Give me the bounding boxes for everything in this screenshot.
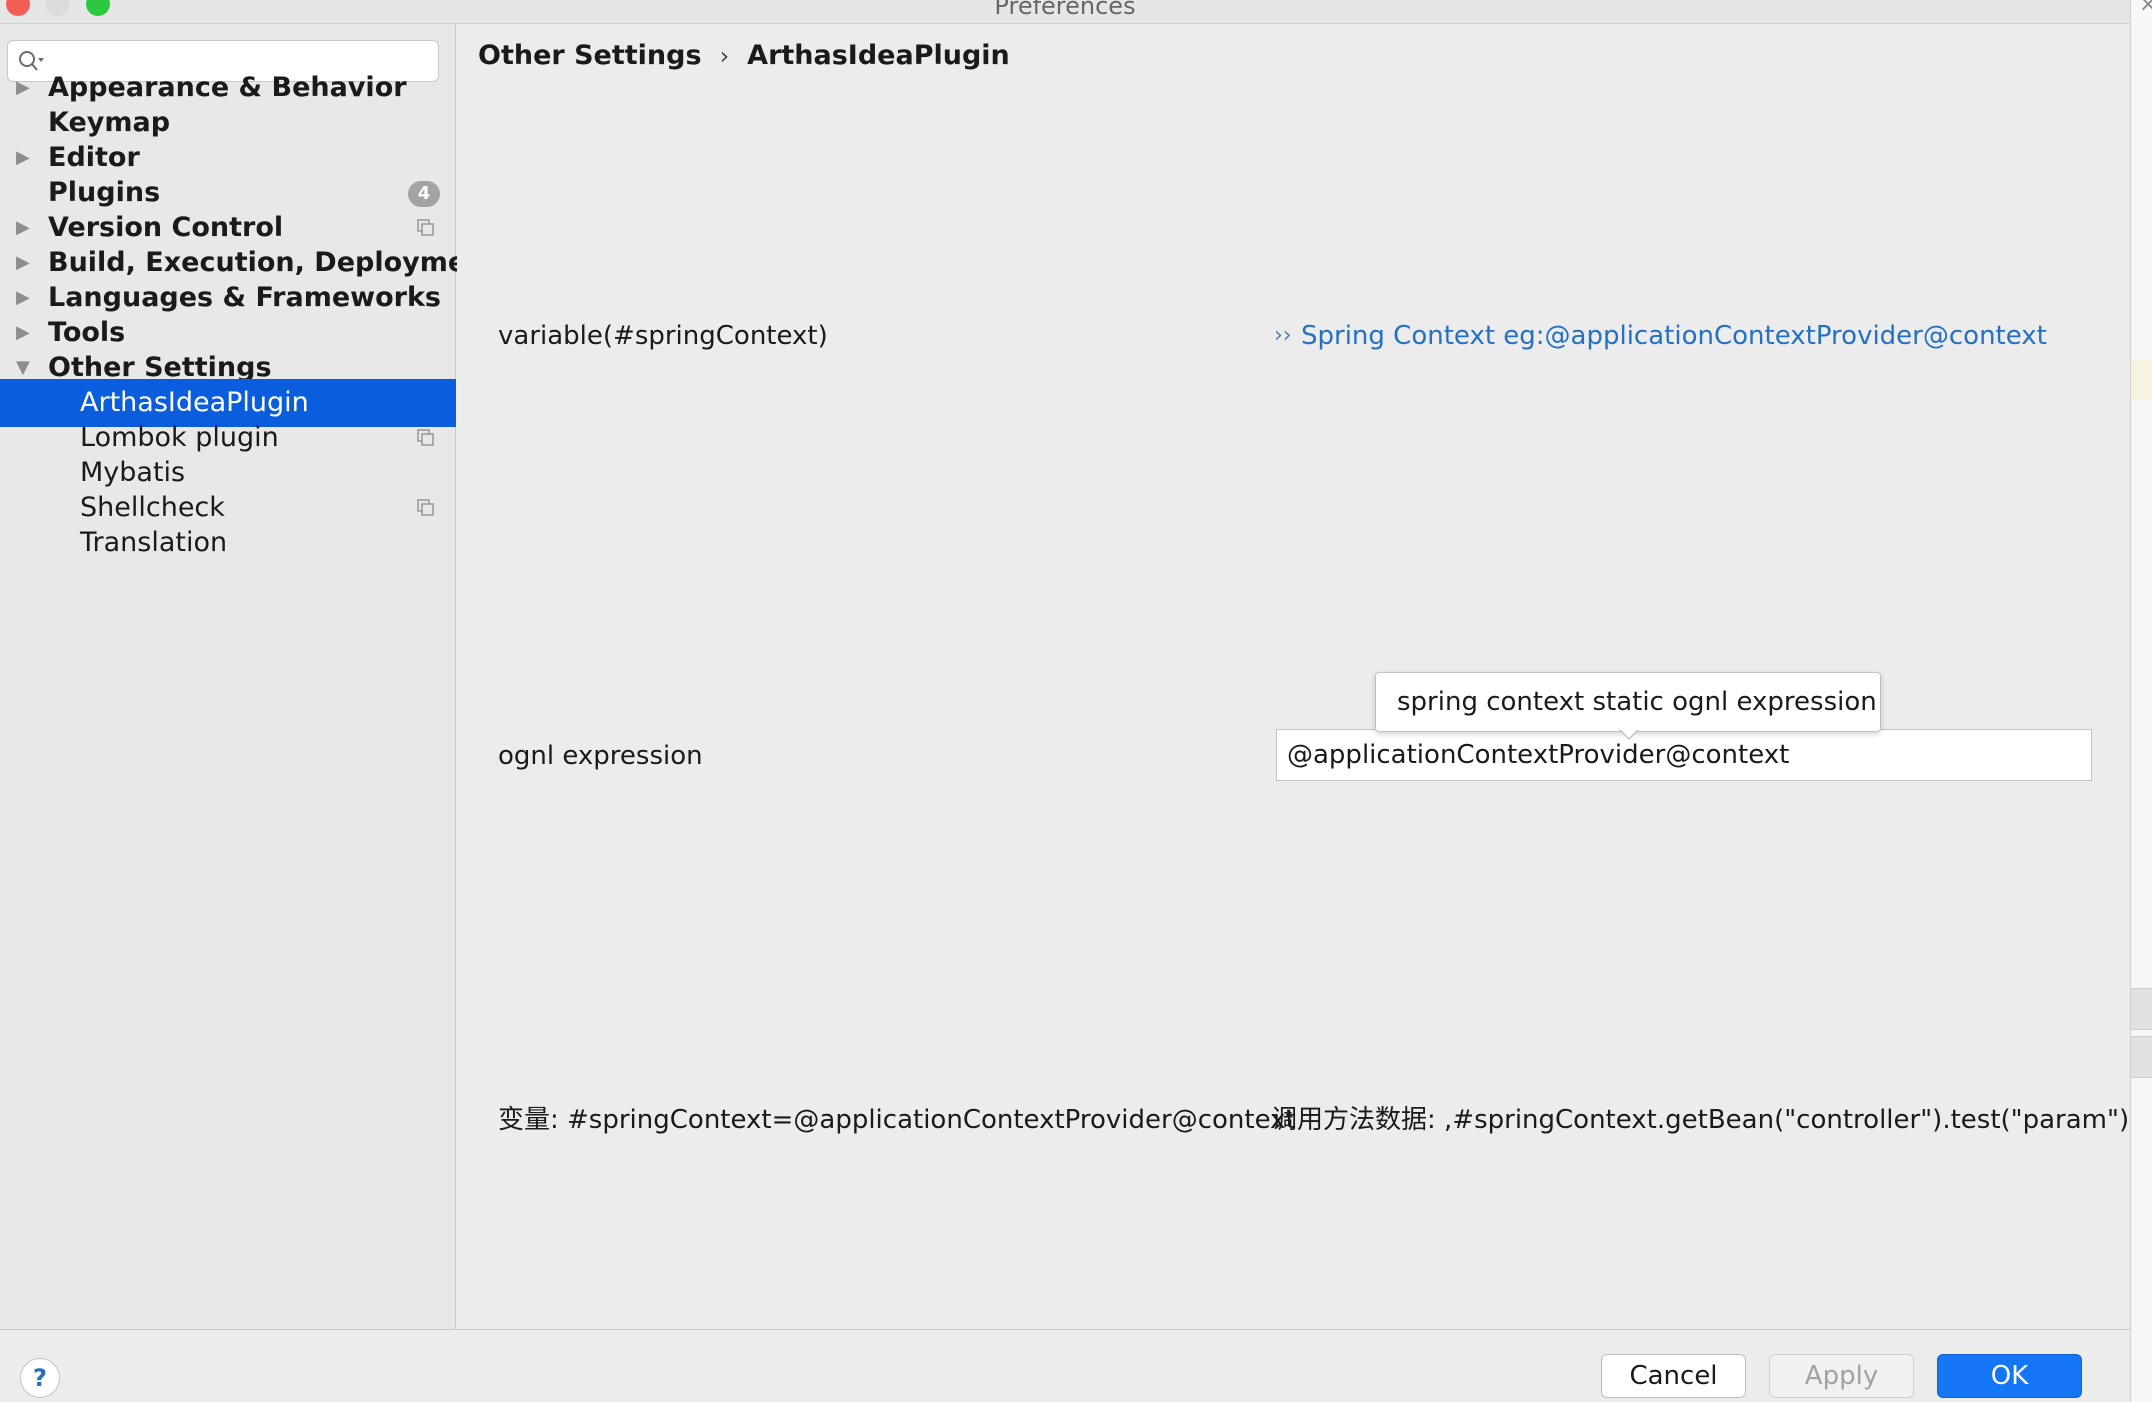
tooltip-pointer-fill — [1620, 729, 1638, 738]
sidebar-item-translation[interactable]: Translation — [0, 519, 456, 567]
breadcrumb-current: ArthasIdeaPlugin — [747, 40, 1010, 71]
copy-icon — [417, 499, 434, 516]
copy-icon — [417, 219, 434, 236]
variable-hint-text: 变量: #springContext=@applicationContextPr… — [498, 1105, 1296, 1135]
call-method-hint-text: 调用方法数据: ,#springContext.getBean("control… — [1271, 1105, 2130, 1135]
ognl-expression-label: ognl expression — [498, 741, 703, 771]
close-icon: × — [2139, 0, 2152, 17]
edge-tab — [2131, 1036, 2152, 1078]
variable-label: variable(#springContext) — [498, 321, 828, 351]
edge-tab — [2131, 988, 2152, 1030]
title-bar: Preferences — [0, 0, 2130, 24]
dialog-button-bar: ? Cancel Apply OK — [0, 1329, 2130, 1402]
ognl-expression-field[interactable] — [1276, 729, 2092, 781]
window-title: Preferences — [994, 0, 1136, 20]
settings-content-panel: Other Settings › ArthasIdeaPlugin variable… — [457, 24, 2130, 1329]
help-button[interactable]: ? — [20, 1358, 60, 1398]
settings-sidebar: ▶ Appearance & Behavior Keymap ▶ Editor … — [0, 24, 498, 1329]
preferences-window: Preferences × ▶ Appearance & Behavior Ke… — [0, 0, 2152, 1402]
background-window-edge: × — [2130, 0, 2152, 1402]
breadcrumb-separator-icon: › — [719, 42, 730, 70]
breadcrumb: Other Settings › ArthasIdeaPlugin — [478, 38, 1010, 74]
spring-context-link[interactable]: Spring Context eg:@applicationContextPro… — [1301, 318, 2047, 354]
apply-button[interactable]: Apply — [1769, 1354, 1914, 1398]
expand-chevrons-icon[interactable]: ›› — [1274, 318, 1292, 354]
copy-icon — [417, 429, 434, 446]
cancel-button[interactable]: Cancel — [1601, 1354, 1746, 1398]
ognl-tooltip: spring context static ognl expression — [1375, 672, 1881, 732]
breadcrumb-parent[interactable]: Other Settings — [478, 38, 702, 74]
ognl-expression-input[interactable] — [1287, 736, 2077, 774]
ok-button[interactable]: OK — [1937, 1354, 2082, 1398]
edge-highlight — [2131, 360, 2152, 400]
